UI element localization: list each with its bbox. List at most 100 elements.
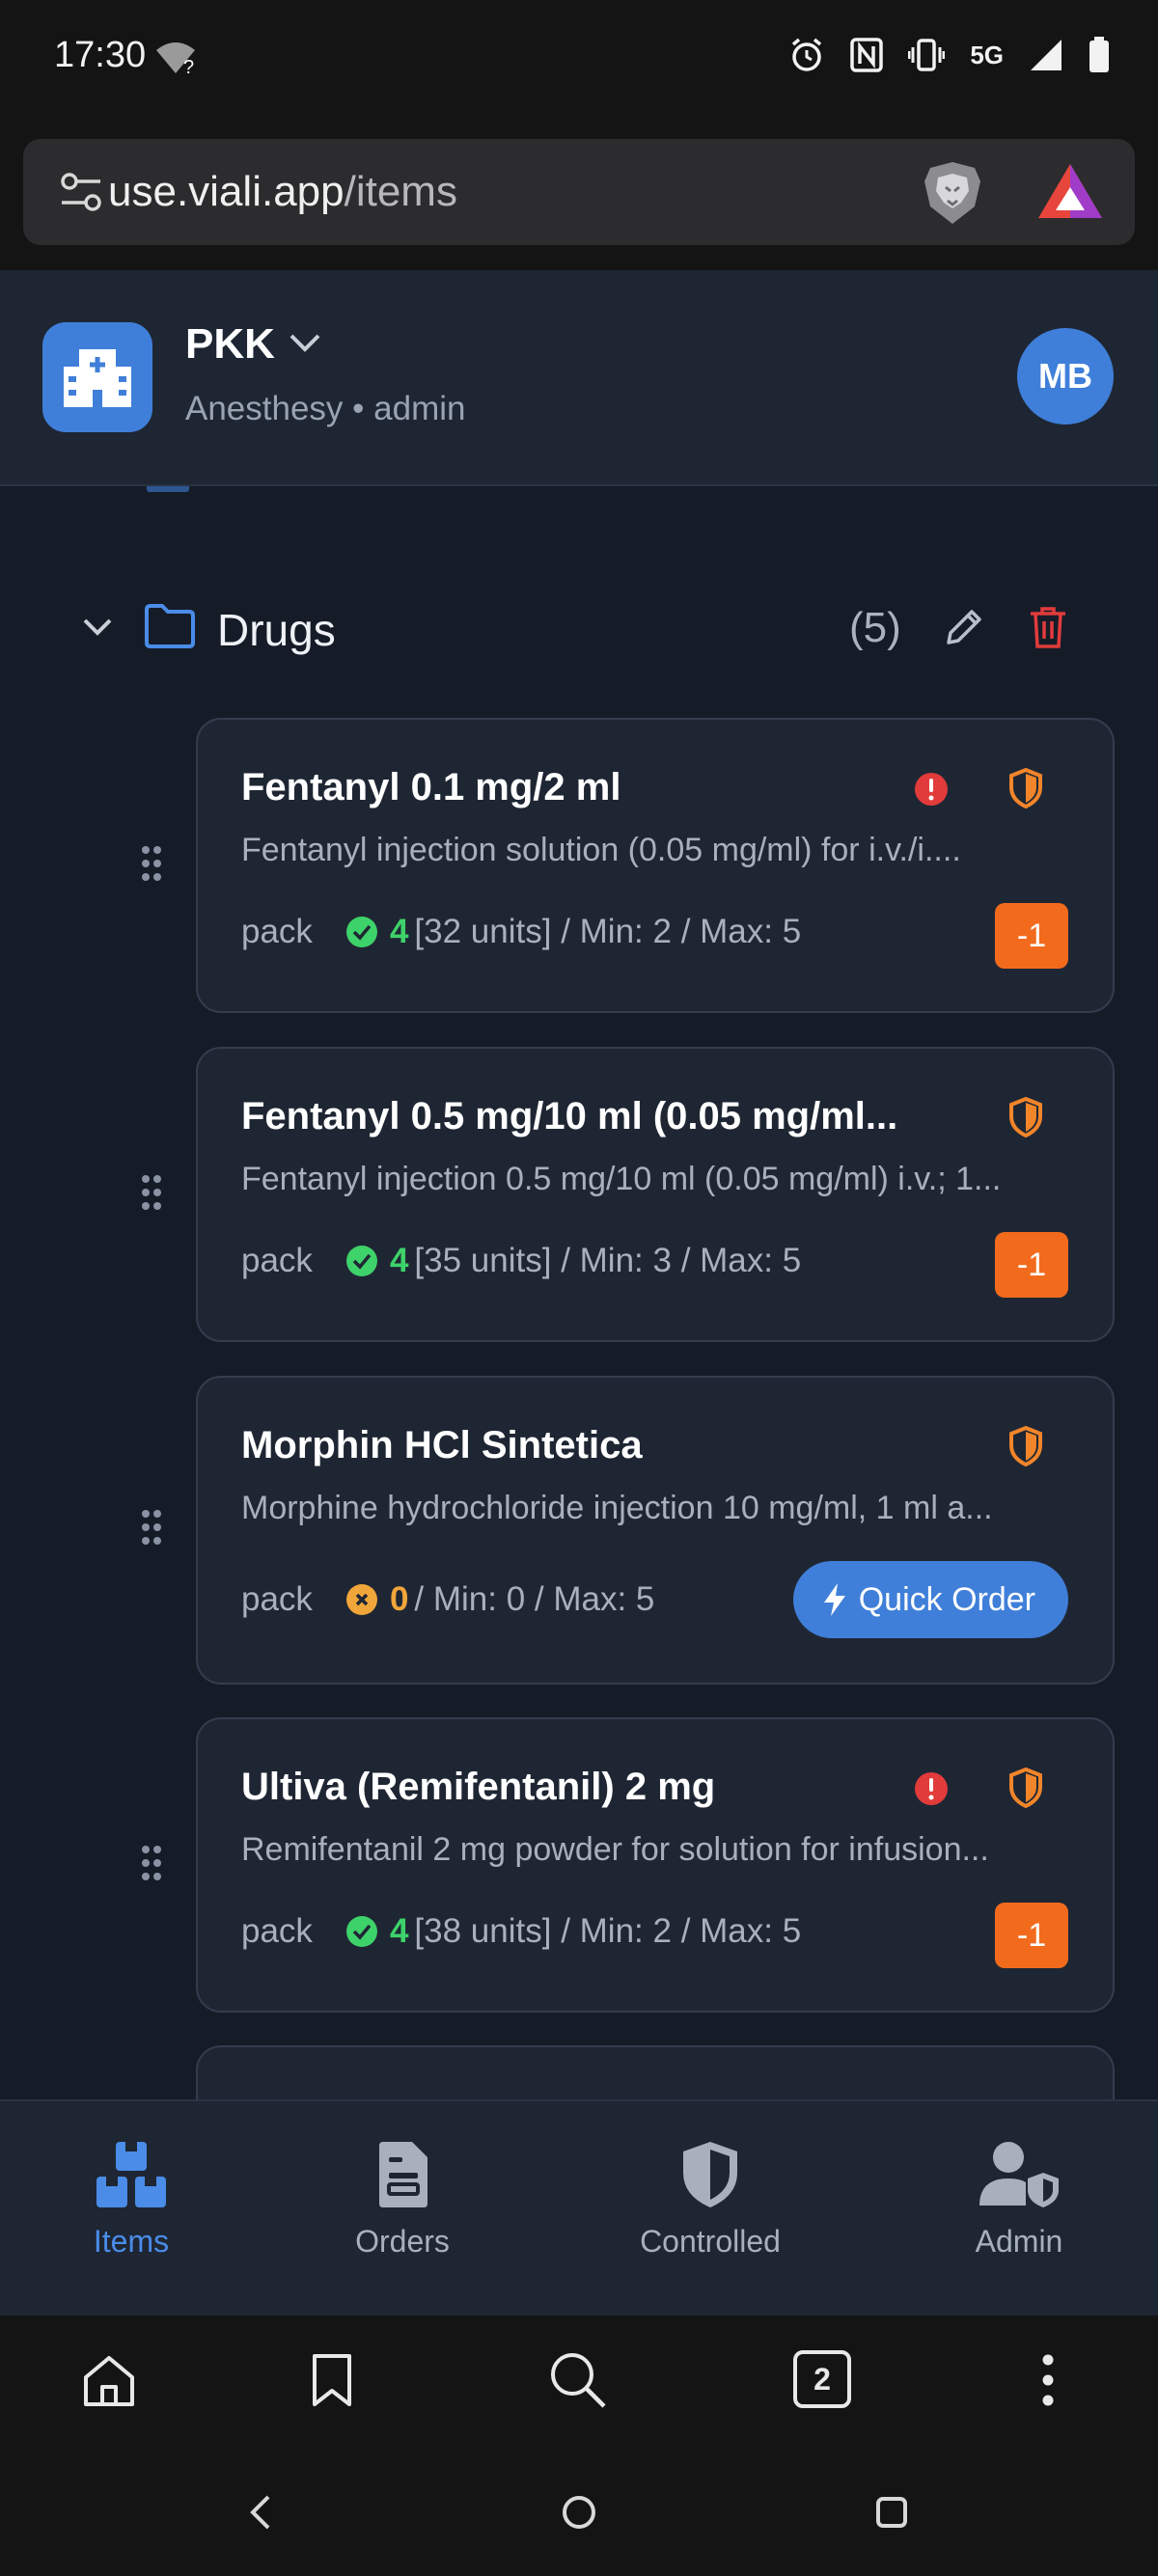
- delete-icon[interactable]: [1027, 604, 1069, 650]
- url-bar[interactable]: use.viali.app/items: [23, 139, 1135, 245]
- hospital-logo-icon[interactable]: [42, 322, 152, 432]
- chevron-down-icon[interactable]: [81, 616, 114, 639]
- folder-count: (5): [849, 604, 901, 651]
- controlled-shield-icon: [1009, 1097, 1042, 1137]
- wifi-icon: ?: [156, 42, 195, 75]
- boxes-icon: [96, 2142, 166, 2207]
- item-card[interactable]: Fentanyl 0.1 mg/2 ml Fentanyl injection …: [196, 718, 1115, 1013]
- item-card[interactable]: Morphin HCl Sintetica Morphine hydrochlo…: [196, 1376, 1115, 1685]
- nav-label: Items: [93, 2224, 170, 2259]
- quick-order-label: Quick Order: [858, 1580, 1035, 1618]
- system-navigation: [0, 2447, 1158, 2576]
- stock-min: / Min: 3: [561, 1242, 672, 1279]
- browser-toolbar: use.viali.app/items: [0, 116, 1158, 270]
- bottom-nav: Items Orders Controlled Admin: [0, 2099, 1158, 2316]
- alert-icon: [915, 773, 948, 806]
- nav-admin[interactable]: Admin: [903, 2140, 1135, 2260]
- url-text[interactable]: use.viali.app/items: [108, 168, 457, 216]
- site-settings-icon[interactable]: [60, 172, 102, 212]
- stock-min: / Min: 2: [561, 1912, 672, 1950]
- check-circle-icon: [345, 1916, 377, 1947]
- item-title: Morphin HCl Sintetica: [241, 1424, 643, 1466]
- more-options-icon[interactable]: [1038, 2352, 1058, 2408]
- stock-min: / Min: 0: [414, 1580, 526, 1618]
- browser-bottom-bar: 2: [0, 2316, 1158, 2447]
- nav-controlled[interactable]: Controlled: [594, 2140, 826, 2260]
- stock-max: / Max: 5: [680, 1912, 802, 1950]
- folder-name: Drugs: [217, 605, 336, 655]
- stock-min: / Min: 2: [561, 913, 672, 950]
- stock-units: [38 units]: [414, 1912, 552, 1950]
- drag-handle-icon[interactable]: [141, 1845, 162, 1881]
- nav-label: Admin: [975, 2224, 1063, 2259]
- stock-info: pack 4 [35 units] / Min: 3 / Max: 5: [241, 1242, 801, 1280]
- signal-icon: [1031, 40, 1062, 70]
- stock-info: pack 0 / Min: 0 / Max: 5: [241, 1580, 654, 1619]
- items-list[interactable]: Drugs (5) Fentanyl 0.1 mg/2 ml Fentanyl …: [0, 486, 1158, 2099]
- stock-max: / Max: 5: [680, 1242, 802, 1279]
- vibrate-icon: [908, 39, 946, 71]
- app-header: PKK Anesthesy • admin MB: [0, 270, 1158, 486]
- home-circle-icon[interactable]: [560, 2493, 598, 2532]
- item-title: Fentanyl 0.5 mg/10 ml (0.05 mg/ml...: [241, 1095, 898, 1137]
- item-card[interactable]: Ultiva (Remifentanil) 2 mg Remifentanil …: [196, 1717, 1115, 2013]
- battery-icon: [1089, 37, 1109, 72]
- item-unit: pack: [241, 1912, 313, 1950]
- clipboard-icon: [379, 2142, 427, 2207]
- nav-label: Controlled: [640, 2224, 781, 2259]
- stock-max: / Max: 5: [680, 913, 802, 950]
- nav-label: Orders: [355, 2224, 450, 2259]
- nav-orders[interactable]: Orders: [287, 2140, 518, 2260]
- controlled-shield-icon: [1009, 1426, 1042, 1466]
- decrement-button[interactable]: -1: [995, 1232, 1068, 1298]
- edit-icon[interactable]: [941, 606, 985, 650]
- item-description: Fentanyl injection 0.5 mg/10 ml (0.05 mg…: [241, 1161, 1002, 1197]
- alert-icon: [915, 1772, 948, 1805]
- org-subtitle: Anesthesy • admin: [185, 390, 466, 427]
- item-description: Remifentanil 2 mg powder for solution fo…: [241, 1831, 989, 1868]
- stock-quantity: 4: [389, 1912, 409, 1950]
- chevron-down-icon[interactable]: [288, 330, 322, 357]
- url-path: /items: [344, 168, 457, 215]
- stock-quantity: 4: [389, 1242, 409, 1279]
- folder-row[interactable]: Drugs (5): [0, 563, 1158, 699]
- avatar[interactable]: MB: [1017, 328, 1114, 425]
- bookmark-icon[interactable]: [311, 2352, 353, 2408]
- rewards-icon[interactable]: [1036, 162, 1104, 222]
- stock-quantity: 0: [389, 1580, 409, 1618]
- previous-folder-edge: [147, 486, 189, 492]
- shield-icon: [683, 2142, 737, 2207]
- search-icon[interactable]: [548, 2350, 608, 2410]
- stock-units: [35 units]: [414, 1242, 552, 1279]
- decrement-button[interactable]: -1: [995, 903, 1068, 969]
- network-type: 5G: [970, 40, 1004, 69]
- user-shield-icon: [979, 2142, 1059, 2207]
- lightning-icon: [823, 1583, 845, 1616]
- item-description: Morphine hydrochloride injection 10 mg/m…: [241, 1490, 993, 1526]
- item-unit: pack: [241, 913, 313, 950]
- decrement-button[interactable]: -1: [995, 1903, 1068, 1968]
- item-unit: pack: [241, 1580, 313, 1618]
- tab-count-button[interactable]: 2: [793, 2350, 851, 2408]
- item-card[interactable]: Fentanyl 0.5 mg/10 ml (0.05 mg/ml... Fen…: [196, 1047, 1115, 1342]
- status-time: 17:30: [54, 35, 147, 75]
- alarm-icon: [792, 38, 822, 71]
- quick-order-button[interactable]: Quick Order: [792, 1561, 1068, 1638]
- recents-icon[interactable]: [874, 2495, 909, 2530]
- stock-units: [32 units]: [414, 913, 552, 950]
- brave-shield-icon[interactable]: [919, 158, 986, 228]
- nfc-icon: [850, 38, 884, 72]
- drag-handle-icon[interactable]: [141, 1509, 162, 1546]
- url-domain: use.viali.app: [108, 168, 345, 215]
- folder-icon: [145, 604, 195, 648]
- nav-items[interactable]: Items: [15, 2140, 247, 2260]
- drag-handle-icon[interactable]: [141, 845, 162, 882]
- controlled-shield-icon: [1009, 1768, 1042, 1808]
- check-circle-icon: [345, 917, 377, 947]
- drag-handle-icon[interactable]: [141, 1174, 162, 1211]
- org-name[interactable]: PKK: [185, 320, 275, 369]
- home-icon[interactable]: [81, 2354, 137, 2408]
- item-card[interactable]: [196, 2045, 1115, 2099]
- item-title: Fentanyl 0.1 mg/2 ml: [241, 766, 621, 808]
- back-icon[interactable]: [247, 2493, 272, 2532]
